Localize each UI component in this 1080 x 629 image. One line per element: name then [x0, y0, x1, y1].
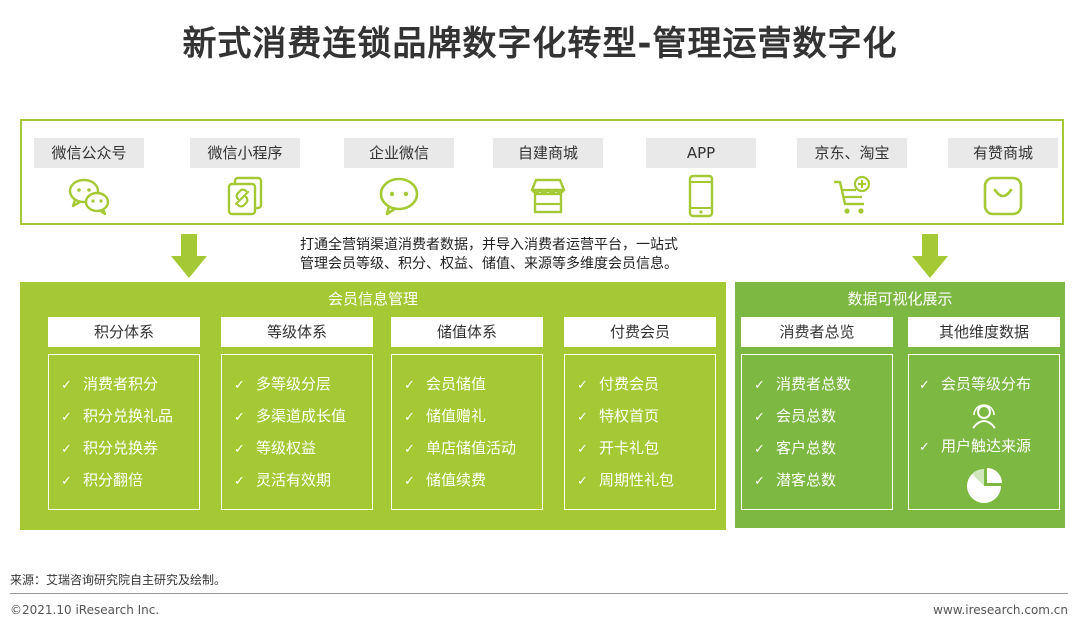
column-head-other-dimensions: 其他维度数据 — [908, 317, 1060, 347]
channel-label: 自建商城 — [493, 138, 603, 168]
list-item: ✓ 灵活有效期 — [234, 465, 372, 497]
down-arrow-icon — [912, 234, 948, 278]
channel-label: APP — [646, 138, 756, 168]
check-icon: ✓ — [61, 410, 72, 425]
check-icon: ✓ — [754, 378, 765, 393]
channel-panel: 微信公众号 微信小程序 企业微信 自建商城 APP 京东、淘宝 有赞商城 — [20, 119, 1064, 225]
column-head-stored-value: 储值体系 — [391, 317, 543, 347]
copyright: ©2021.10 iResearch Inc. — [10, 603, 160, 617]
check-icon: ✓ — [754, 410, 765, 425]
phone-icon — [688, 174, 714, 218]
list-item: ✓ 特权首页 — [577, 401, 715, 433]
cart-icon — [834, 175, 871, 214]
list-item: ✓ 会员总数 — [754, 401, 892, 433]
store-icon — [530, 178, 566, 214]
channel-label: 京东、淘宝 — [797, 138, 907, 168]
list-item: ✓ 储值续费 — [404, 465, 542, 497]
list-item: ✓ 储值赠礼 — [404, 401, 542, 433]
list-item: ✓ 付费会员 — [577, 369, 715, 401]
check-icon: ✓ — [919, 378, 930, 393]
check-icon: ✓ — [577, 442, 588, 457]
wechat-official-icon — [68, 178, 110, 216]
list-item: ✓ 用户触达来源 — [919, 431, 1059, 463]
data-visualization-panel: 数据可视化展示 消费者总览 其他维度数据 ✓ 消费者总数 ✓ 会员总数 ✓ 客户总数 … — [735, 282, 1065, 528]
check-icon: ✓ — [404, 474, 415, 489]
column-box-stored-value: ✓ 会员储值 ✓ 储值赠礼 ✓ 单店储值活动 ✓ 储值续费 — [391, 354, 543, 510]
divider — [10, 593, 1068, 594]
column-box-other-dimensions: ✓ 会员等级分布 ✓ 用户触达来源 — [908, 354, 1060, 510]
column-head-paid-member: 付费会员 — [564, 317, 716, 347]
list-item: ✓ 单店储值活动 — [404, 433, 542, 465]
source-note: 来源：艾瑞咨询研究院自主研究及绘制。 — [10, 573, 227, 587]
channel-mini-program: 微信小程序 — [190, 138, 300, 216]
channel-label: 有赞商城 — [948, 138, 1058, 168]
list-item: ✓ 积分翻倍 — [61, 465, 199, 497]
list-item: ✓ 开卡礼包 — [577, 433, 715, 465]
check-icon: ✓ — [577, 474, 588, 489]
pie-chart-icon — [967, 468, 1002, 503]
list-item: ✓ 会员储值 — [404, 369, 542, 401]
member-management-panel: 会员信息管理 积分体系 等级体系 储值体系 付费会员 ✓ 消费者积分 ✓ 积分兑换礼… — [20, 282, 726, 530]
panel-title: 会员信息管理 — [327, 290, 418, 308]
column-head-points: 积分体系 — [48, 317, 200, 347]
channel-wechat-official: 微信公众号 — [34, 138, 144, 216]
column-head-level: 等级体系 — [221, 317, 373, 347]
check-icon: ✓ — [404, 442, 415, 457]
description-line: 打通全营销渠道消费者数据，并导入消费者运营平台，一站式 — [300, 237, 678, 253]
list-item: ✓ 潜客总数 — [754, 465, 892, 497]
channel-label: 微信公众号 — [34, 138, 144, 168]
column-head-consumer-overview: 消费者总览 — [741, 317, 893, 347]
down-arrow-icon — [171, 234, 207, 278]
channel-own-mall: 自建商城 — [493, 138, 603, 216]
check-icon: ✓ — [234, 442, 245, 457]
list-item: ✓ 消费者总数 — [754, 369, 892, 401]
check-icon: ✓ — [577, 378, 588, 393]
description-line: 管理会员等级、积分、权益、储值、来源等多维度会员信息。 — [300, 256, 678, 272]
column-box-points: ✓ 消费者积分 ✓ 积分兑换礼品 ✓ 积分兑换券 ✓ 积分翻倍 — [48, 354, 200, 510]
users-icon — [972, 404, 996, 429]
check-icon: ✓ — [754, 474, 765, 489]
list-item: ✓ 多等级分层 — [234, 369, 372, 401]
website-link[interactable]: www.iresearch.com.cn — [933, 603, 1068, 617]
list-item: ✓ 会员等级分布 — [919, 369, 1059, 401]
list-item: ✓ 多渠道成长值 — [234, 401, 372, 433]
list-item: ✓ 客户总数 — [754, 433, 892, 465]
channel-label: 企业微信 — [344, 138, 454, 168]
check-icon: ✓ — [61, 442, 72, 457]
check-icon: ✓ — [61, 378, 72, 393]
channel-label: 微信小程序 — [190, 138, 300, 168]
check-icon: ✓ — [919, 440, 930, 455]
column-box-consumer-overview: ✓ 消费者总数 ✓ 会员总数 ✓ 客户总数 ✓ 潜客总数 — [741, 354, 893, 510]
page-title: 新式消费连锁品牌数字化转型-管理运营数字化 — [182, 24, 898, 64]
channel-app: APP — [646, 138, 756, 218]
check-icon: ✓ — [234, 378, 245, 393]
check-icon: ✓ — [404, 378, 415, 393]
check-icon: ✓ — [234, 474, 245, 489]
check-icon: ✓ — [577, 410, 588, 425]
channel-jd-taobao: 京东、淘宝 — [797, 138, 907, 216]
channel-work-wechat: 企业微信 — [344, 138, 454, 216]
check-icon: ✓ — [234, 410, 245, 425]
panel-title: 数据可视化展示 — [847, 290, 953, 308]
work-wechat-icon — [379, 177, 419, 216]
description: 打通全营销渠道消费者数据，并导入消费者运营平台，一站式 管理会员等级、积分、权益… — [300, 236, 780, 274]
column-box-paid-member: ✓ 付费会员 ✓ 特权首页 ✓ 开卡礼包 ✓ 周期性礼包 — [564, 354, 716, 510]
channel-youzan-mall: 有赞商城 — [948, 138, 1058, 216]
bag-icon — [983, 176, 1023, 216]
column-box-level: ✓ 多等级分层 ✓ 多渠道成长值 ✓ 等级权益 ✓ 灵活有效期 — [221, 354, 373, 510]
mini-program-icon — [227, 176, 263, 216]
list-item: ✓ 积分兑换礼品 — [61, 401, 199, 433]
check-icon: ✓ — [404, 410, 415, 425]
list-item: ✓ 积分兑换券 — [61, 433, 199, 465]
list-item: ✓ 消费者积分 — [61, 369, 199, 401]
check-icon: ✓ — [61, 474, 72, 489]
check-icon: ✓ — [754, 442, 765, 457]
list-item: ✓ 等级权益 — [234, 433, 372, 465]
list-item: ✓ 周期性礼包 — [577, 465, 715, 497]
